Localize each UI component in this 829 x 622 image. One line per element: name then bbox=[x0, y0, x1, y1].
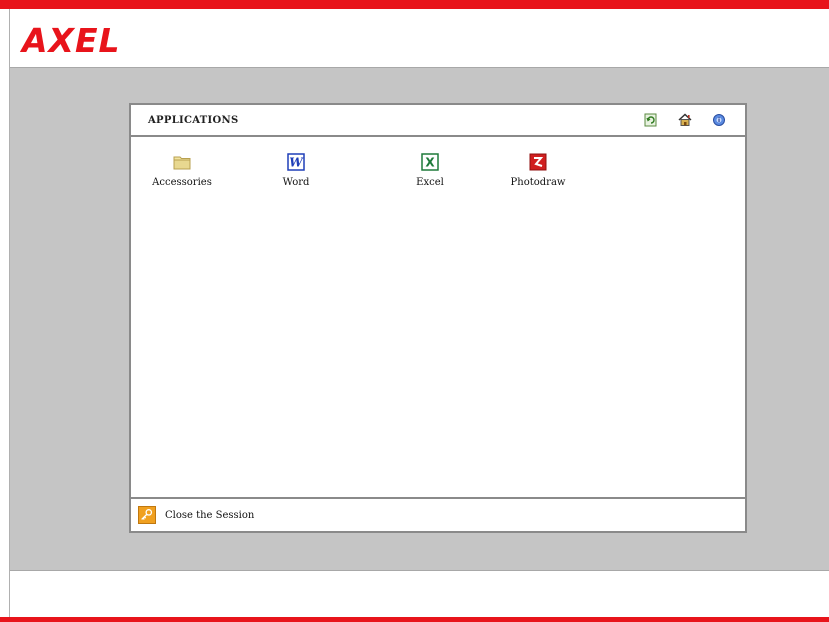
app-excel[interactable]: X Excel bbox=[410, 153, 450, 188]
panel-title: APPLICATIONS bbox=[148, 115, 239, 126]
svg-text:i: i bbox=[718, 117, 720, 124]
excel-icon: X bbox=[421, 153, 439, 171]
svg-text:X: X bbox=[425, 156, 435, 170]
key-icon[interactable] bbox=[138, 506, 156, 524]
home-icon[interactable] bbox=[678, 113, 692, 127]
app-label-excel: Excel bbox=[416, 177, 444, 188]
word-icon: W bbox=[287, 153, 305, 171]
app-grid: Accessories W Word X Excel Photodraw bbox=[131, 137, 745, 497]
refresh-icon[interactable] bbox=[644, 113, 658, 127]
photodraw-icon bbox=[529, 153, 547, 171]
app-label-accessories: Accessories bbox=[152, 177, 212, 188]
folder-icon bbox=[173, 156, 191, 170]
axel-logo: AXEL bbox=[22, 21, 121, 60]
panel-footer: Close the Session bbox=[131, 497, 745, 531]
app-photodraw[interactable]: Photodraw bbox=[508, 153, 568, 188]
header bbox=[10, 9, 829, 67]
close-session-link[interactable]: Close the Session bbox=[165, 510, 254, 521]
info-icon[interactable]: i bbox=[712, 113, 726, 127]
applications-panel: APPLICATIONS i Accessories W Word X Exce… bbox=[129, 103, 747, 533]
bottom-accent-bar bbox=[0, 617, 829, 622]
footer bbox=[10, 571, 829, 617]
app-label-word: Word bbox=[282, 177, 310, 188]
app-label-photodraw: Photodraw bbox=[510, 177, 566, 188]
svg-text:W: W bbox=[289, 156, 304, 170]
top-accent-bar bbox=[0, 0, 829, 9]
app-word[interactable]: W Word bbox=[276, 153, 316, 188]
panel-header: APPLICATIONS i bbox=[131, 105, 745, 137]
app-accessories[interactable]: Accessories bbox=[152, 153, 212, 188]
